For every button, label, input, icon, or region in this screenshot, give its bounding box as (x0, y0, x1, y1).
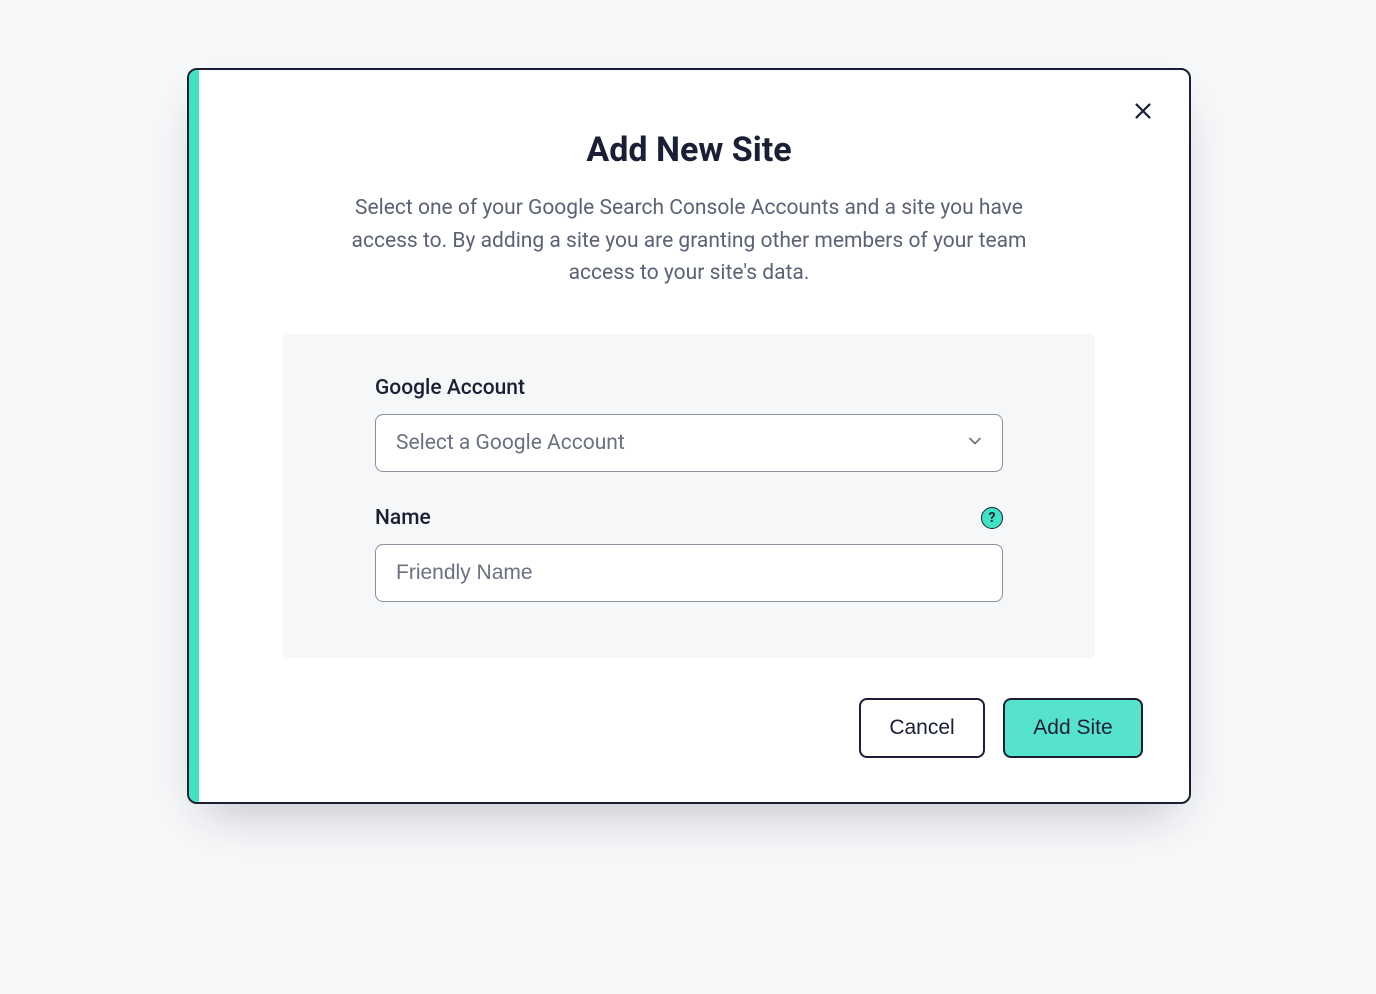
cancel-button[interactable]: Cancel (859, 698, 985, 758)
name-label: Name (375, 506, 431, 530)
modal-footer: Cancel Add Site (189, 658, 1189, 802)
google-account-field: Google Account Select a Google Account (375, 376, 1003, 472)
add-site-button[interactable]: Add Site (1003, 698, 1143, 758)
google-account-select[interactable]: Select a Google Account (375, 414, 1003, 472)
modal-accent-bar (189, 70, 199, 802)
modal-header: Add New Site Select one of your Google S… (189, 70, 1189, 290)
form-panel: Google Account Select a Google Account N… (283, 334, 1095, 658)
help-icon[interactable]: ? (981, 507, 1003, 529)
name-input[interactable] (375, 544, 1003, 602)
modal-title: Add New Site (309, 130, 1069, 170)
google-account-label: Google Account (375, 376, 525, 400)
close-icon (1132, 100, 1154, 125)
google-account-selected-text: Select a Google Account (396, 431, 625, 455)
name-field: Name ? (375, 506, 1003, 602)
add-site-modal: Add New Site Select one of your Google S… (187, 68, 1191, 804)
modal-subtitle: Select one of your Google Search Console… (349, 192, 1029, 290)
close-button[interactable] (1125, 94, 1161, 130)
